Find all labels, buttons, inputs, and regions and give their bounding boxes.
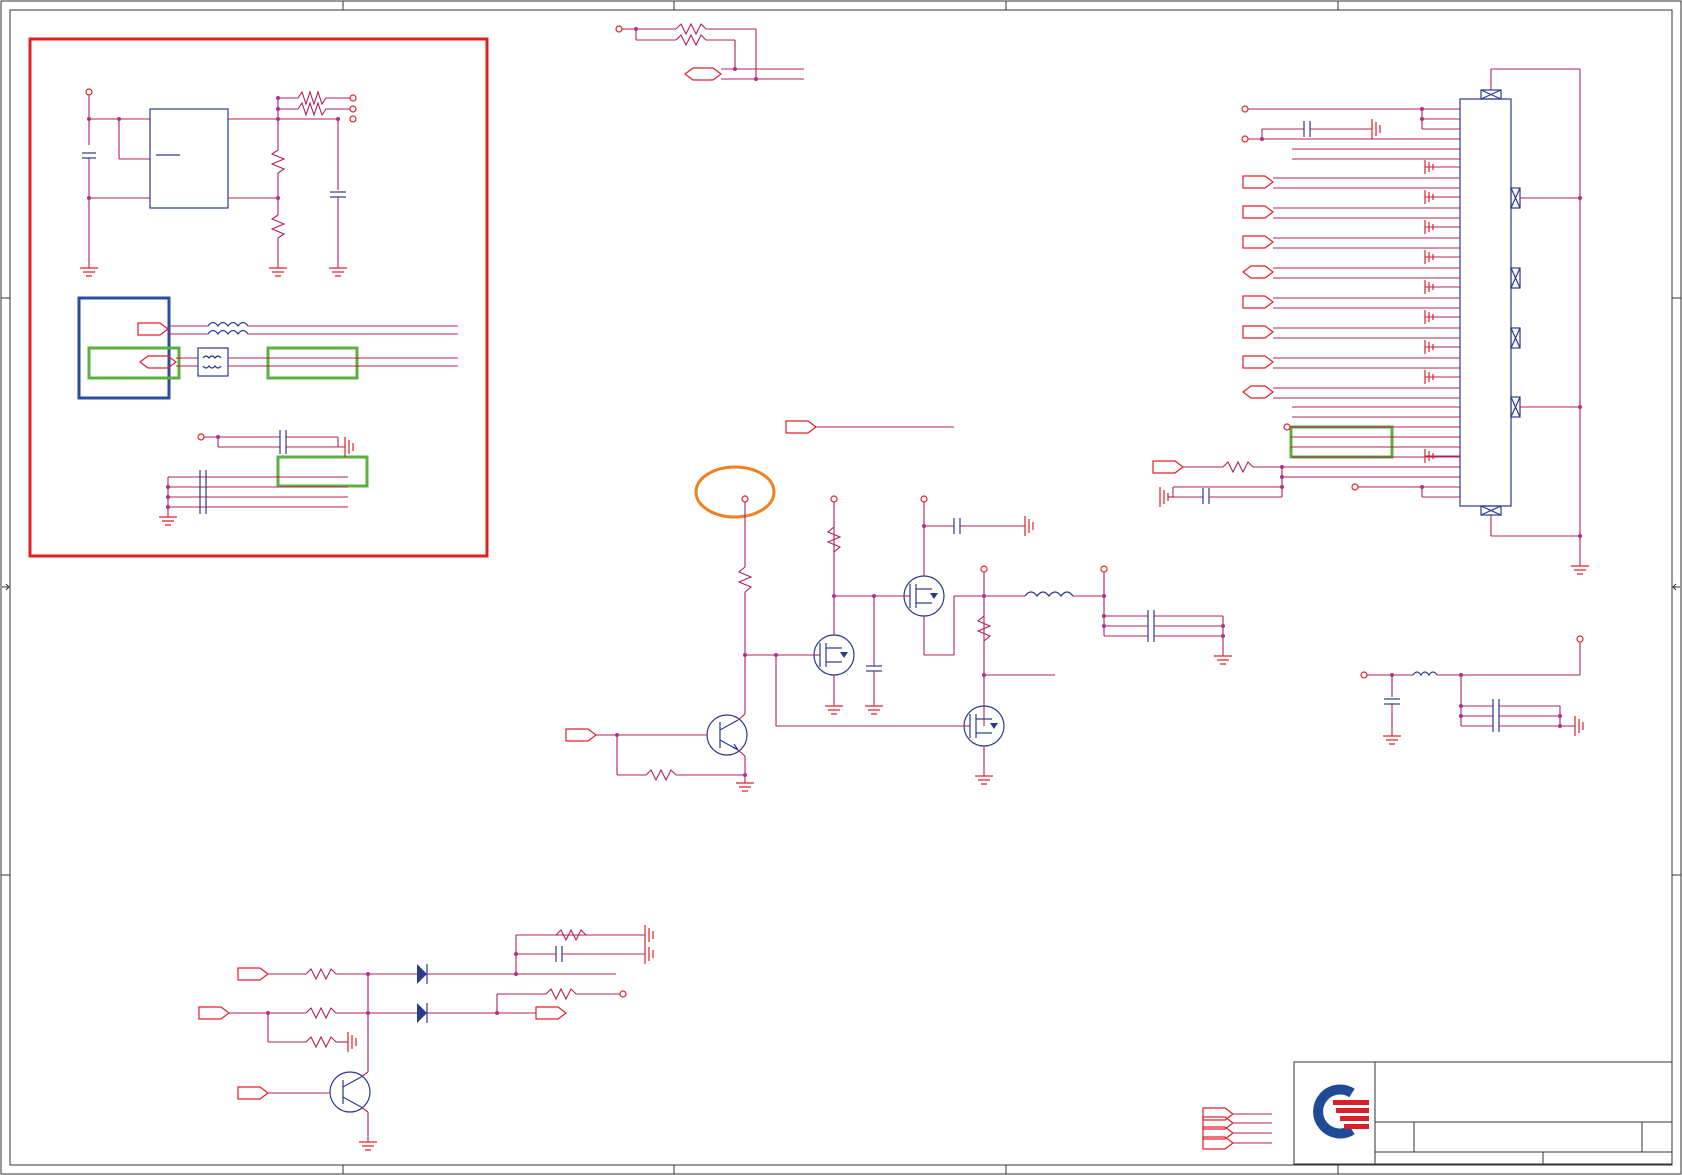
offpage-connector	[1242, 325, 1274, 339]
highlight-green-box	[87, 346, 181, 380]
highlight-orange-ellipse	[694, 465, 776, 519]
center-signal	[785, 420, 954, 434]
schematic-sheet	[0, 0, 1682, 1175]
connector-pin-rows	[1242, 148, 1460, 463]
diode-d2	[417, 1003, 427, 1023]
diode-circuit	[198, 925, 654, 1151]
offpage-connector	[1242, 175, 1274, 189]
offpage-connector	[1242, 235, 1274, 249]
highlight-green-box	[276, 455, 369, 488]
highlight-boxes	[28, 37, 1394, 558]
offpage-connector	[1242, 355, 1274, 369]
sheet-frame	[0, 0, 1682, 1175]
title-block	[1293, 1061, 1673, 1165]
offpage-connector	[1242, 295, 1274, 309]
top-resistor-pair	[615, 22, 804, 81]
regulator-circuit	[82, 88, 357, 268]
connector-block	[1241, 68, 1589, 575]
common-mode-choke	[197, 347, 229, 377]
power-switch-circuit	[565, 495, 1232, 792]
diode-d1	[417, 964, 427, 984]
npn-transistor-2	[329, 1071, 371, 1113]
npn-transistor	[706, 714, 748, 756]
company-logo-icon	[1313, 1084, 1369, 1139]
decoupling-caps-a	[159, 430, 354, 526]
filter-circuit	[1360, 635, 1584, 745]
offpage-connector	[1242, 205, 1274, 219]
schematic-canvas	[0, 0, 1682, 1175]
offpage-connector	[1242, 385, 1274, 399]
offpage-connector	[1242, 265, 1274, 279]
highlight-green-box	[1289, 425, 1394, 459]
board-connector	[1459, 98, 1512, 507]
ground-symbols-a	[80, 267, 347, 277]
offpage-connectors	[1202, 1107, 1272, 1150]
highlight-green-box	[266, 346, 359, 380]
connector-bottom	[1152, 423, 1460, 507]
regulator-ic	[149, 108, 229, 209]
